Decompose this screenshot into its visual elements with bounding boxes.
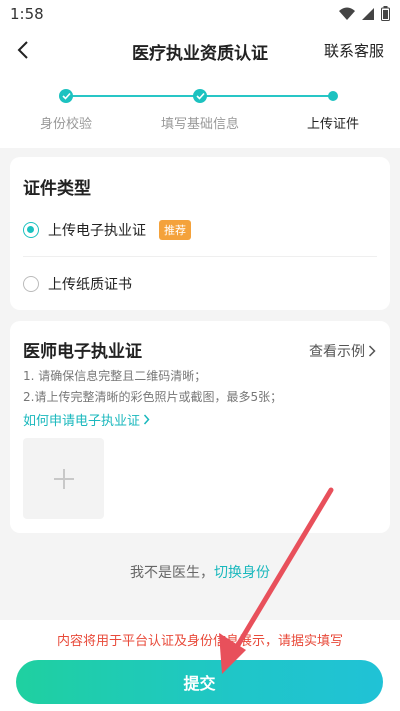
nav-bar: 医疗执业资质认证 联系客服 (0, 28, 400, 72)
signal-icon (362, 7, 374, 20)
check-icon (195, 92, 205, 100)
view-example-label: 查看示例 (309, 344, 365, 360)
certificate-type-card: 证件类型 上传电子执业证 推荐 上传纸质证书 (10, 157, 390, 310)
notice-text: 内容将用于平台认证及身份信息展示，请据实填写 (56, 634, 343, 649)
chevron-right-icon (143, 414, 150, 425)
radio-checked[interactable] (23, 222, 39, 238)
option-label: 上传纸质证书 (48, 277, 132, 293)
certificate-type-title: 证件类型 (23, 179, 91, 199)
contact-support-button[interactable]: 联系客服 (324, 40, 384, 61)
status-bar: 1:58 (0, 0, 400, 28)
step-done-indicator (193, 89, 207, 103)
step-current-indicator (328, 91, 338, 101)
plus-icon (53, 468, 74, 489)
step-connector (200, 95, 333, 97)
chevron-right-icon (368, 345, 376, 357)
step-done-indicator (59, 89, 73, 103)
step-label: 填写基础信息 (160, 117, 240, 132)
status-time: 1:58 (10, 5, 44, 23)
switch-identity-link[interactable]: 切换身份 (214, 565, 270, 581)
check-icon (61, 92, 71, 100)
electronic-license-title: 医师电子执业证 (23, 342, 142, 362)
option-electronic-license[interactable]: 上传电子执业证 推荐 (23, 220, 191, 240)
view-example-link[interactable]: 查看示例 (309, 341, 376, 361)
step-label-current: 上传证件 (306, 117, 360, 132)
not-doctor-text: 我不是医生， (130, 565, 214, 581)
battery-icon (381, 6, 390, 21)
divider (23, 256, 377, 257)
recommended-badge: 推荐 (159, 220, 191, 240)
switch-identity-line: 我不是医生，切换身份 (0, 562, 400, 582)
upload-photo-button[interactable] (23, 438, 104, 519)
step-label: 身份校验 (39, 117, 93, 132)
radio-unchecked[interactable] (23, 276, 39, 292)
how-to-apply-link[interactable]: 如何申请电子执业证 (23, 410, 150, 429)
how-to-apply-label: 如何申请电子执业证 (23, 414, 141, 429)
status-icons (339, 6, 390, 21)
tip-text: 1. 请确保信息完整且二维码清晰； (23, 369, 207, 383)
progress-stepper: 身份校验 填写基础信息 上传证件 (0, 72, 400, 148)
option-paper-certificate[interactable]: 上传纸质证书 (23, 274, 132, 294)
wifi-icon (339, 7, 355, 20)
submit-button[interactable]: 提交 (16, 660, 383, 704)
tip-text: 2.请上传完整清晰的彩色照片或截图，最多5张； (23, 390, 283, 404)
electronic-license-card: 医师电子执业证 查看示例 1. 请确保信息完整且二维码清晰； 2.请上传完整清晰… (10, 321, 390, 533)
option-label: 上传电子执业证 (48, 223, 146, 239)
footer: 内容将用于平台认证及身份信息展示，请据实填写 提交 (0, 620, 400, 711)
step-connector (66, 95, 200, 97)
